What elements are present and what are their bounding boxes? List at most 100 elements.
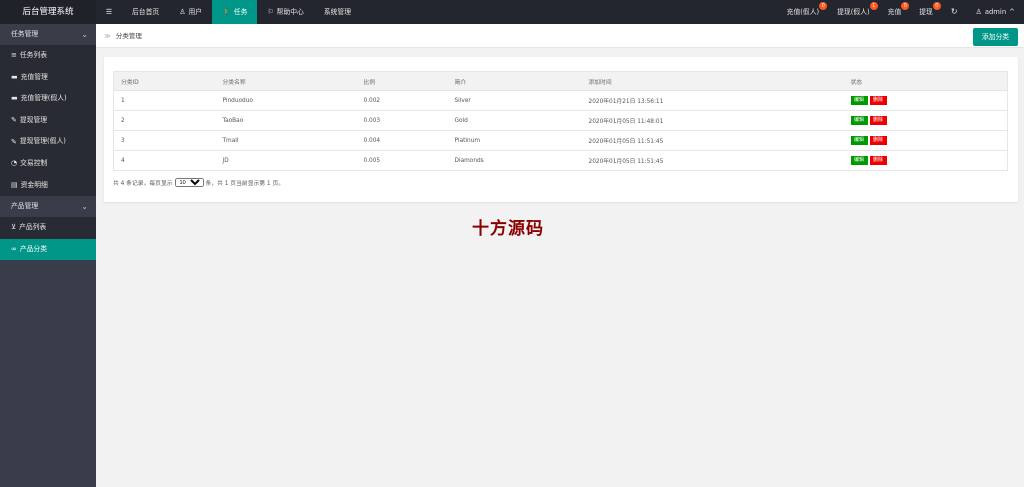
top-header: 后台管理系统 ☰ 后台首页 ♙ 用户 🚶 任务 ⚐ 帮助中心 系统管理 充值(假… [0,0,1024,24]
cell-time: 2020年01月05日 11:51:45 [581,150,844,171]
delete-button[interactable]: 删除 [869,96,887,105]
breadcrumb: ≫ 分类管理 [104,24,142,48]
column-header: 状态 [843,71,1008,91]
cell-id: 4 [113,150,216,171]
pagination-info: 共 4 条记录，每页显示 10 条，共 1 页当前显示第 1 页。 [113,178,284,187]
nav-item-label: 系统管理 [323,8,352,16]
user-menu[interactable]: ♙ admin ^ [967,0,1024,24]
column-header: 添加时间 [581,71,844,91]
sidebar-group-products[interactable]: 产品管理 ⌄ [0,196,96,218]
content-toolbar: ≫ 分类管理 添加分类 [96,24,1024,48]
breadcrumb-label: 分类管理 [115,32,142,40]
edit-button[interactable]: 编辑 [850,96,868,105]
cell-id: 1 [113,90,216,111]
nav-item-tasks[interactable]: 🚶 任务 [212,0,258,24]
document-icon: ▤ [11,180,18,189]
cell-id: 3 [113,130,216,151]
user-icon: ♙ [975,7,982,16]
sidebar-item-label: 任务列表 [19,51,48,59]
delete-button[interactable]: 删除 [869,116,887,125]
column-header: 简介 [447,71,582,91]
table-row: 3 Tmall 0.004 Platinum 2020年01月05日 11:51… [113,130,1008,151]
wrench-icon: ✎ [11,137,17,146]
pager-text-before: 共 4 条记录，每页显示 [113,181,173,187]
nav-withdraw-label: 提现 [919,8,933,16]
nav-item-label: 帮助中心 [276,8,304,16]
count-badge: 0 [819,2,828,10]
sidebar-item-product-list[interactable]: ⊻ 产品列表 [0,217,96,239]
sidebar-item-label: 充值管理(假人) [20,94,67,103]
edit-button[interactable]: 编辑 [850,116,868,125]
menu-icon: ☰ [105,7,113,16]
cell-ratio: 0.003 [356,110,448,131]
cell-actions: 编辑 删除 [843,90,1008,111]
delete-button[interactable]: 删除 [869,136,887,145]
cell-intro: Diamonds [447,150,582,171]
count-badge: 0 [901,2,910,10]
nav-item-label: 任务 [233,8,248,16]
nav-withdraw-fake[interactable]: 提现(假人) 1 [828,0,879,24]
edit-button[interactable]: 编辑 [850,156,868,165]
cell-actions: 编辑 删除 [843,150,1008,171]
sidebar-group-label: 任务管理 [11,30,39,38]
sidebar-group-tasks[interactable]: 任务管理 ⌄ [0,24,96,45]
table-header-row: 分类ID 分类名称 比例 简介 添加时间 状态 [113,71,1008,91]
nav-item-help[interactable]: ⚐ 帮助中心 [257,0,313,24]
cell-actions: 编辑 删除 [843,110,1008,131]
table-row: 2 TaoBao 0.003 Gold 2020年01月05日 11:48:01… [113,110,1008,131]
edit-button[interactable]: 编辑 [850,136,868,145]
refresh-button[interactable]: ↻ [942,0,967,24]
wrench-icon: ✎ [11,116,17,125]
cell-intro: Silver [447,90,582,111]
cell-intro: Platinum [447,130,582,151]
cell-ratio: 0.005 [356,150,448,171]
cell-id: 2 [113,110,216,131]
nav-recharge-fake[interactable]: 充值(假人) 0 [778,0,829,24]
nav-item-label: 后台首页 [132,8,160,16]
cell-ratio: 0.002 [356,90,448,111]
add-category-button[interactable]: 添加分类 [973,28,1018,46]
sidebar-item-funds[interactable]: ▤ 资金明细 [0,174,96,197]
cell-name: TaoBao [215,110,357,131]
chat-icon: ▬ [11,94,18,103]
sidebar-item-withdraw[interactable]: ✎ 提现管理 [0,109,96,132]
chevron-down-icon: ⌄ [81,30,88,39]
sidebar-item-withdraw-fake[interactable]: ✎ 提现管理(假人) [0,131,96,153]
flag-icon: ⚐ [267,7,274,16]
nav-recharge[interactable]: 充值 0 [879,0,911,24]
top-nav: ☰ 后台首页 ♙ 用户 🚶 任务 ⚐ 帮助中心 系统管理 [96,0,361,24]
sidebar-item-label: 充值管理 [20,72,48,81]
sidebar-item-label: 资金明细 [20,180,48,189]
chevron-down-icon: ⌄ [81,202,88,212]
column-header: 分类ID [113,71,216,91]
sidebar-item-product-category[interactable]: ∞ 产品分类 [0,238,96,261]
count-badge: 1 [869,2,878,10]
cart-icon: ⊻ [11,223,17,232]
count-badge: 0 [932,2,941,10]
watermark-text: 十方源码 [472,219,544,239]
delete-button[interactable]: 删除 [869,156,887,165]
nav-item-system[interactable]: 系统管理 [314,0,361,24]
nav-item-label: 用户 [188,8,203,16]
menu-toggle-button[interactable]: ☰ [96,0,122,24]
sidebar-item-recharge-fake[interactable]: ▬ 充值管理(假人) [0,88,96,110]
nav-withdraw[interactable]: 提现 0 [910,0,942,24]
sidebar-item-label: 产品列表 [19,223,47,232]
app-title: 后台管理系统 [0,0,96,24]
sidebar-item-task-list[interactable]: ≡ 任务列表 [0,45,96,67]
sidebar-item-label: 提现管理 [19,115,48,124]
nav-recharge-fake-label: 充值(假人) [786,8,820,16]
sidebar-item-trade-control[interactable]: ◔ 交易控制 [0,152,96,175]
cell-time: 2020年01月21日 13:56:11 [581,90,844,111]
person-walk-icon: 🚶 [222,7,231,16]
user-icon: ♙ [179,7,186,16]
user-name: admin [984,8,1007,16]
nav-item-users[interactable]: ♙ 用户 [169,0,212,24]
cell-ratio: 0.004 [356,130,448,151]
sidebar-item-recharge[interactable]: ▬ 充值管理 [0,66,96,89]
cell-intro: Gold [447,110,582,131]
nav-item-home[interactable]: 后台首页 [122,0,169,24]
sidebar-item-label: 提现管理(假人) [19,137,66,146]
cell-name: Pinduoduo [215,90,357,111]
page-size-select[interactable]: 10 [174,178,204,187]
